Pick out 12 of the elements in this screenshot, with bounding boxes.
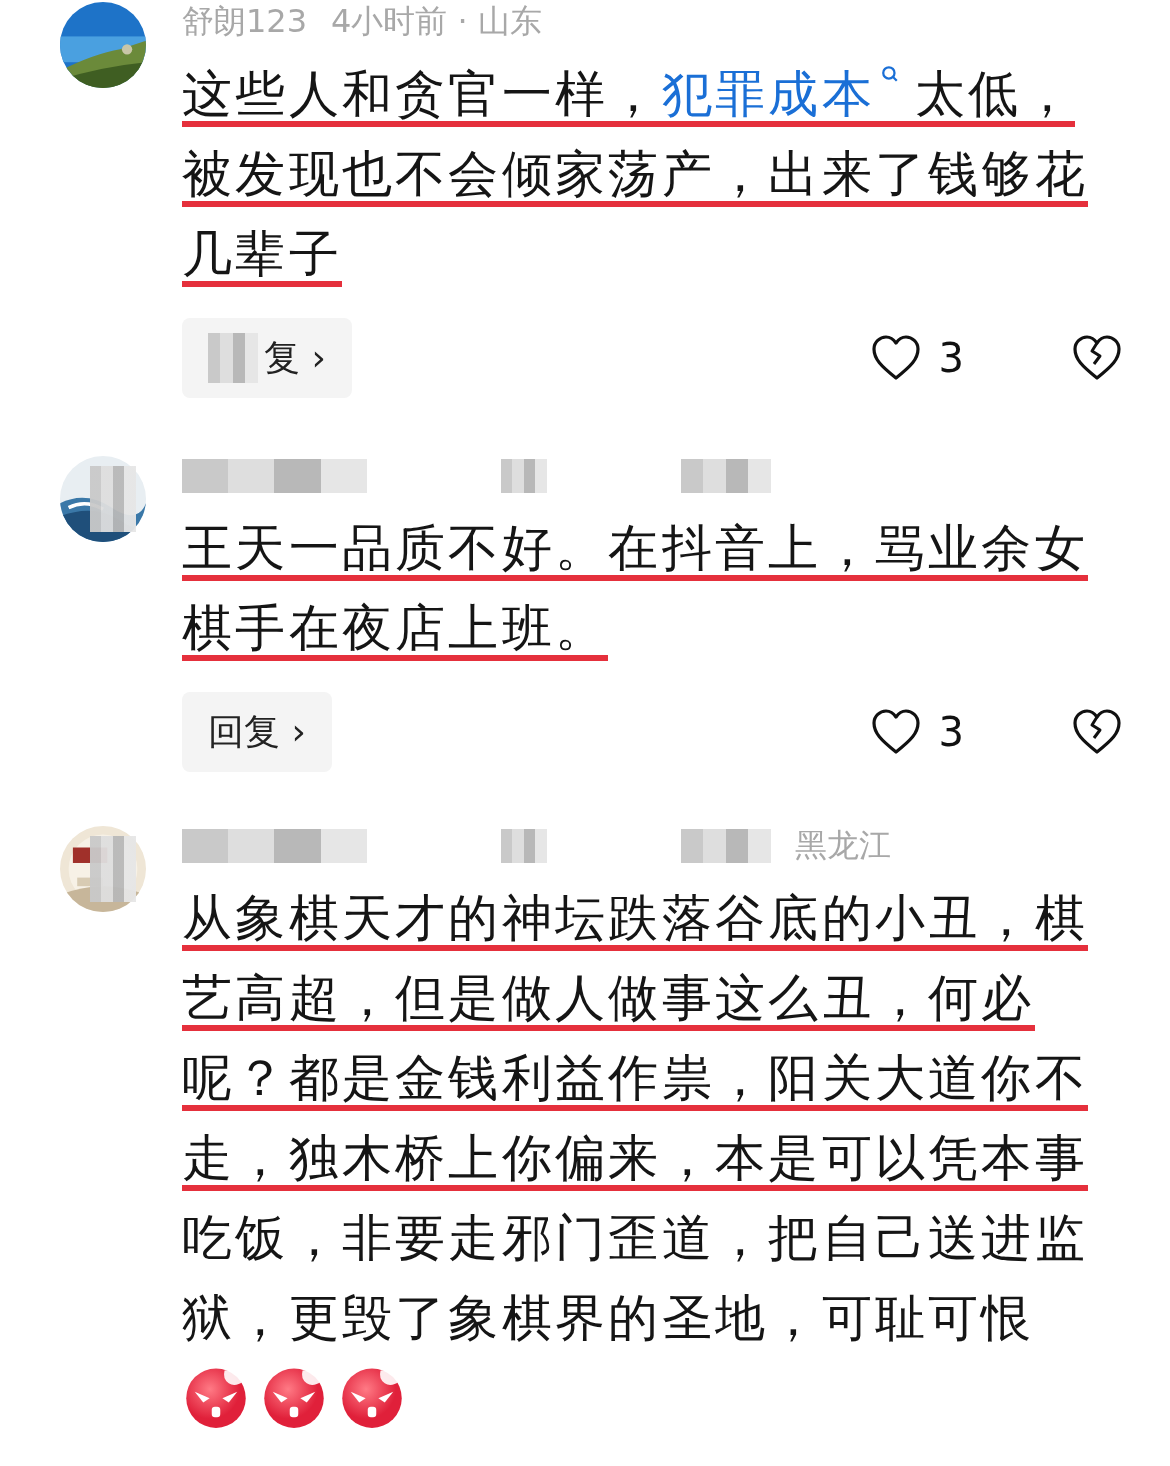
search-link[interactable]: 犯罪成本 (661, 65, 915, 127)
broken-heart-icon[interactable] (1072, 334, 1122, 382)
like-count: 3 (938, 709, 964, 755)
reply-button[interactable]: 回复 › (182, 692, 332, 772)
comment-meta: 4小时前 · 山东 (331, 1, 542, 42)
reply-button[interactable]: 复 › (182, 318, 352, 398)
like-count: 3 (938, 335, 964, 381)
heart-icon[interactable] (870, 334, 921, 382)
heart-icon[interactable] (870, 708, 921, 756)
search-icon (880, 65, 899, 83)
broken-heart-icon[interactable] (1072, 708, 1122, 756)
comment-meta: 黑龙江 (795, 825, 891, 866)
